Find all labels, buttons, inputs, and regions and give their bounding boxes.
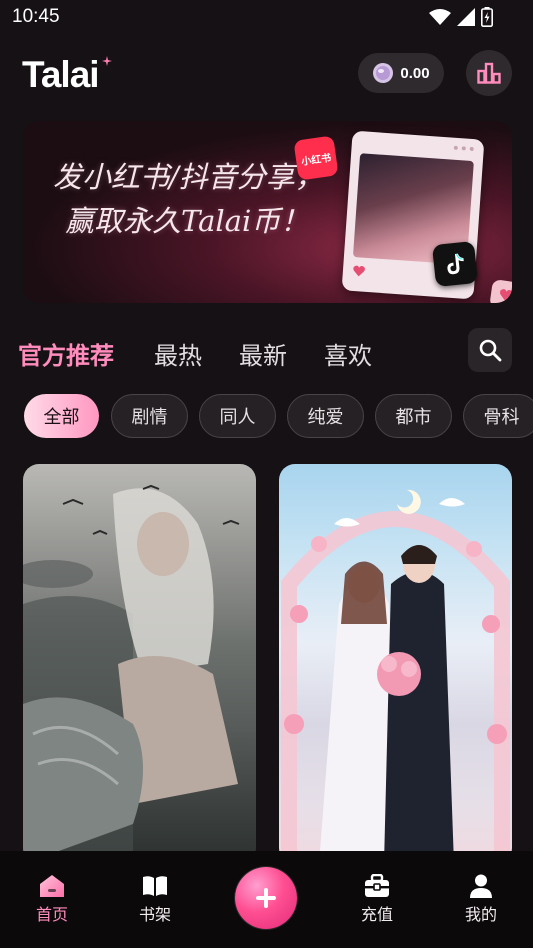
banner-text: 发小红书/抖音分享， 赢取永久Talai币！	[53, 155, 324, 243]
status-bar: 10:45	[0, 0, 533, 36]
tab-favorites[interactable]: 喜欢	[324, 336, 372, 371]
tab-hottest[interactable]: 最热	[154, 336, 202, 371]
more-dots-icon	[453, 145, 474, 151]
chip-urban[interactable]: 都市	[375, 394, 452, 438]
signal-icon	[457, 8, 475, 26]
xiaohongshu-badge: 小红书	[293, 135, 339, 181]
search-icon	[479, 339, 502, 362]
category-tabs: 官方推荐 最热 最新 喜欢	[0, 328, 533, 374]
nav-bookshelf-label: 书架	[138, 905, 171, 924]
home-icon	[40, 875, 64, 897]
battery-icon	[481, 7, 493, 27]
story-card[interactable]	[279, 464, 512, 864]
merman-illustration	[23, 484, 240, 864]
nav-profile-label: 我的	[464, 905, 497, 924]
tiktok-icon	[431, 240, 479, 288]
book-icon	[143, 876, 167, 896]
app-header: Talai 0.00	[0, 44, 533, 104]
chip-plot[interactable]: 剧情	[111, 394, 188, 438]
genre-chip-row: 全部 剧情 同人 纯爱 都市 骨科	[0, 394, 533, 440]
chip-fanfic[interactable]: 同人	[199, 394, 276, 438]
plus-icon	[256, 888, 276, 908]
nav-bookshelf[interactable]: 书架	[115, 873, 195, 925]
nav-home-label: 首页	[35, 905, 68, 924]
story-card[interactable]	[23, 464, 256, 864]
chip-pure-love[interactable]: 纯爱	[287, 394, 364, 438]
briefcase-icon	[365, 874, 389, 897]
coin-balance-value: 0.00	[400, 64, 430, 82]
app-logo: Talai	[22, 54, 100, 95]
ranking-icon	[477, 62, 501, 84]
status-time: 10:45	[12, 6, 60, 27]
heart-icon	[353, 265, 365, 277]
banner-line-1: 发小红书/抖音分享，	[53, 160, 324, 194]
nav-profile[interactable]: 我的	[441, 873, 521, 925]
tab-newest[interactable]: 最新	[239, 336, 287, 371]
nav-recharge-label: 充值	[360, 905, 393, 924]
bottom-nav: 首页 书架 充值 我的	[0, 851, 533, 948]
search-button[interactable]	[468, 328, 512, 372]
user-icon	[470, 874, 492, 898]
wedding-illustration	[281, 489, 510, 864]
chip-incest[interactable]: 骨科	[463, 394, 533, 438]
nav-home[interactable]: 首页	[12, 873, 92, 925]
status-icons	[429, 7, 493, 27]
ranking-button[interactable]	[466, 50, 512, 96]
heart-bubble-icon	[489, 279, 512, 303]
banner-line-2: 赢取永久Talai币！	[65, 204, 310, 238]
tab-official-recommend[interactable]: 官方推荐	[18, 336, 114, 371]
coin-balance-button[interactable]: 0.00	[358, 53, 444, 93]
nav-recharge[interactable]: 充值	[337, 873, 417, 925]
create-button[interactable]	[235, 867, 297, 929]
chip-all[interactable]: 全部	[24, 394, 99, 438]
sparkle-icon	[102, 56, 112, 66]
wifi-icon	[429, 9, 451, 25]
coin-icon	[373, 63, 394, 83]
